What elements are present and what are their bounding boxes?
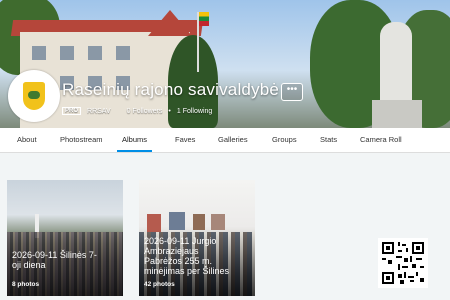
tab-galleries[interactable]: Galleries [218, 128, 248, 152]
followers-link[interactable]: 0 Followers [127, 108, 163, 115]
tab-albums[interactable]: Albums [117, 128, 153, 152]
meta-separator: • [168, 107, 171, 115]
qr-code-icon [378, 238, 428, 288]
tower-roof [148, 10, 192, 36]
following-link[interactable]: 1 Following [177, 108, 212, 115]
tab-photostream[interactable]: Photostream [60, 128, 103, 152]
flag [199, 12, 209, 26]
album-card[interactable]: 2026-09-11 Šilinės 7- oji diena 8 photos [7, 180, 123, 296]
tab-groups[interactable]: Groups [272, 128, 297, 152]
username: RRSAV [87, 107, 111, 115]
statue [380, 22, 412, 104]
pro-badge: PRO [62, 107, 82, 115]
profile-tabs: About Photostream Albums Faves Galleries… [0, 128, 450, 153]
album-title: 2026-09-11 Šilinės 7- oji diena [12, 250, 97, 270]
avatar[interactable] [8, 70, 60, 122]
album-title: 2026-09-11 Jurgio Ambraziejaus Pabrėžos … [144, 236, 230, 276]
album-card[interactable]: 2026-09-11 Jurgio Ambraziejaus Pabrėžos … [139, 180, 255, 296]
tab-stats[interactable]: Stats [320, 128, 337, 152]
tab-about[interactable]: About [17, 128, 37, 152]
tab-camera-roll[interactable]: Camera Roll [360, 128, 402, 152]
profile-meta: PRO RRSAV 0 Followers • 1 Following [62, 107, 212, 115]
statue-pedestal [372, 100, 422, 128]
more-options-button[interactable]: ••• [281, 83, 303, 101]
tab-faves[interactable]: Faves [175, 128, 195, 152]
coat-of-arms-icon [23, 82, 45, 110]
album-photo-count: 42 photos [144, 281, 175, 288]
album-photo-count: 8 photos [12, 281, 40, 288]
profile-name: Raseinių rajono savivaldybė [62, 80, 280, 99]
